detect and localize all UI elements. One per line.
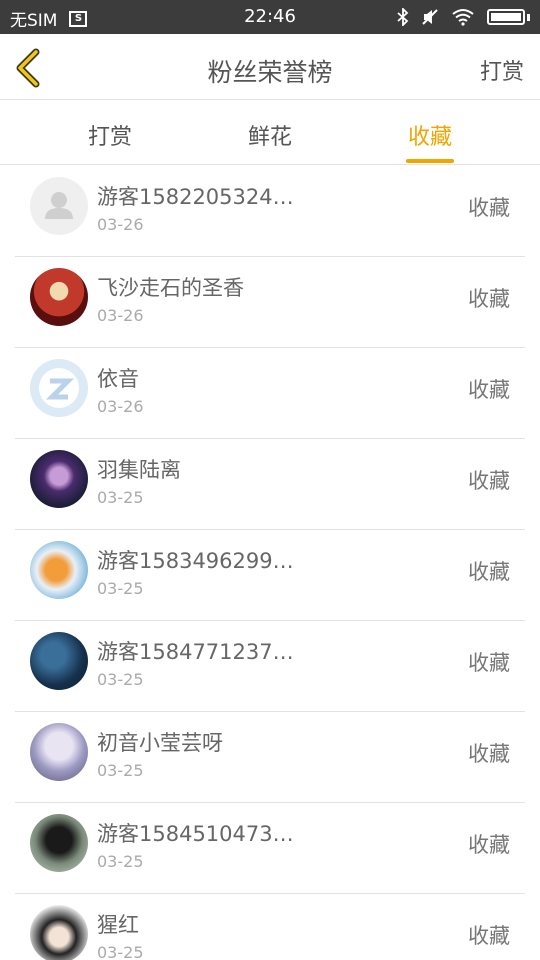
date-label: 03-26	[97, 306, 144, 325]
favorite-label: 收藏	[468, 560, 510, 584]
date-label: 03-25	[97, 852, 144, 871]
avatar	[30, 632, 88, 690]
user-name: 游客1584771237…	[97, 640, 294, 664]
fan-list: 游客1582205324… 03-26 收藏 飞沙走石的圣香 03-26 收藏 …	[15, 166, 525, 960]
battery-icon	[487, 9, 525, 25]
page-title: 粉丝荣誉榜	[207, 58, 333, 87]
wifi-icon	[452, 9, 474, 26]
app-header: 粉丝荣誉榜 打赏	[0, 34, 540, 100]
user-name: 游客1582205324…	[97, 185, 294, 209]
favorite-label: 收藏	[468, 833, 510, 857]
date-label: 03-25	[97, 761, 144, 780]
tab-bar: 打赏 鲜花 收藏	[0, 101, 540, 165]
avatar	[30, 723, 88, 781]
favorite-label: 收藏	[468, 651, 510, 675]
user-name: 羽集陆离	[97, 458, 181, 482]
list-item[interactable]: 游客1584510473… 03-25 收藏	[15, 803, 525, 894]
user-name: 游客1584510473…	[97, 822, 294, 846]
avatar	[30, 814, 88, 872]
favorite-label: 收藏	[468, 196, 510, 220]
list-item[interactable]: 游客1584771237… 03-25 收藏	[15, 621, 525, 712]
logo-avatar-icon	[39, 368, 79, 408]
list-item[interactable]: 羽集陆离 03-25 收藏	[15, 439, 525, 530]
reward-button[interactable]: 打赏	[480, 54, 524, 86]
date-label: 03-26	[97, 215, 144, 234]
tab-reward[interactable]: 打赏	[60, 119, 160, 151]
date-label: 03-25	[97, 670, 144, 689]
date-label: 03-25	[97, 943, 144, 960]
user-name: 游客1583496299…	[97, 549, 294, 573]
default-user-icon	[45, 192, 73, 219]
favorite-label: 收藏	[468, 924, 510, 948]
bluetooth-icon	[397, 8, 409, 26]
favorite-label: 收藏	[468, 287, 510, 311]
user-name: 初音小莹芸呀	[97, 731, 223, 755]
avatar	[30, 177, 88, 235]
active-tab-indicator	[406, 159, 454, 163]
favorite-label: 收藏	[468, 378, 510, 402]
avatar	[30, 541, 88, 599]
tab-flowers[interactable]: 鲜花	[220, 119, 320, 151]
avatar	[30, 268, 88, 326]
list-item[interactable]: 飞沙走石的圣香 03-26 收藏	[15, 257, 525, 348]
list-item[interactable]: 依音 03-26 收藏	[15, 348, 525, 439]
date-label: 03-25	[97, 579, 144, 598]
favorite-label: 收藏	[468, 469, 510, 493]
date-label: 03-25	[97, 488, 144, 507]
date-label: 03-26	[97, 397, 144, 416]
list-item[interactable]: 初音小莹芸呀 03-25 收藏	[15, 712, 525, 803]
avatar	[30, 905, 88, 960]
avatar	[30, 359, 88, 417]
favorite-label: 收藏	[468, 742, 510, 766]
status-bar: 无SIM S 22:46	[0, 0, 540, 34]
list-item[interactable]: 猩红 03-25 收藏	[15, 894, 525, 960]
tab-favorites[interactable]: 收藏	[380, 119, 480, 151]
mute-icon	[422, 9, 438, 25]
user-name: 飞沙走石的圣香	[97, 276, 244, 300]
user-name: 依音	[97, 367, 139, 391]
avatar	[30, 450, 88, 508]
list-item[interactable]: 游客1582205324… 03-26 收藏	[15, 166, 525, 257]
list-item[interactable]: 游客1583496299… 03-25 收藏	[15, 530, 525, 621]
user-name: 猩红	[97, 913, 139, 937]
